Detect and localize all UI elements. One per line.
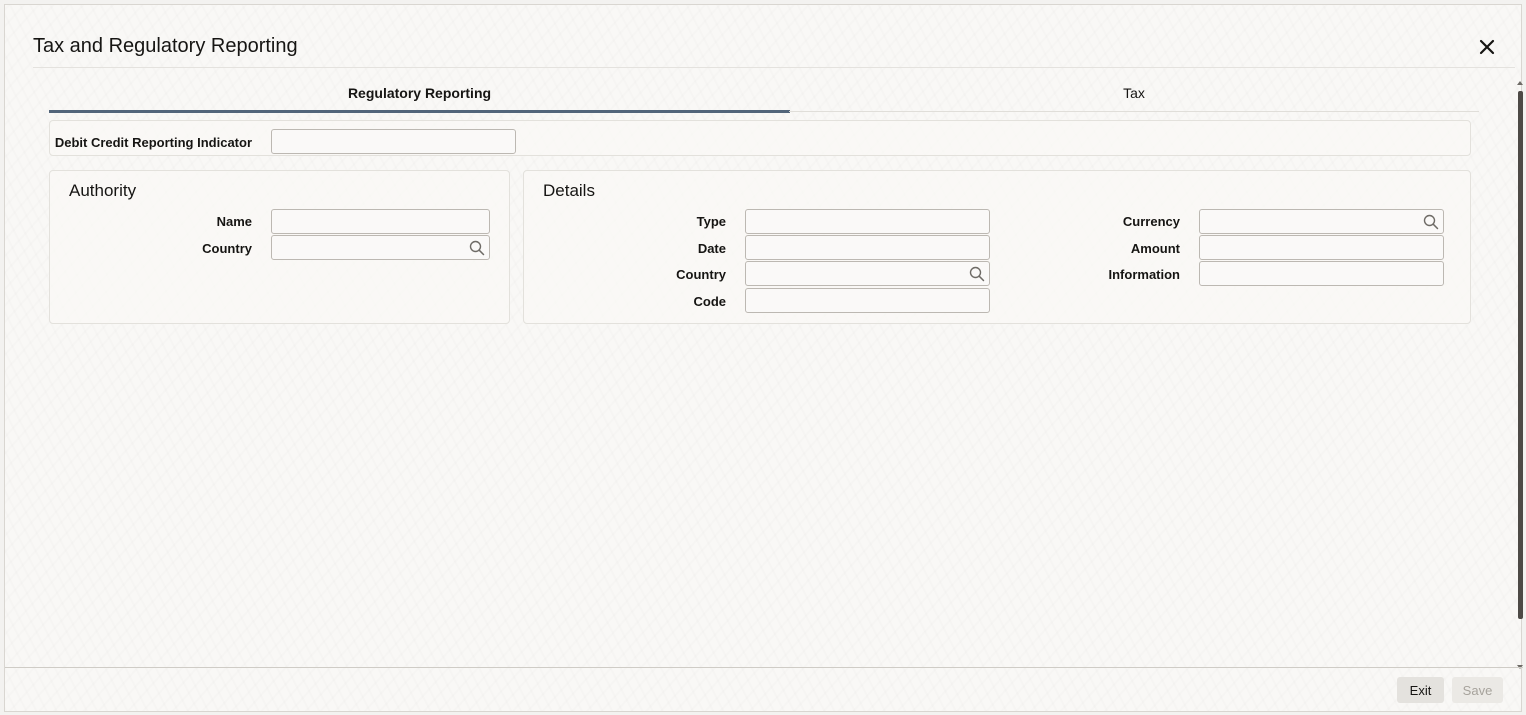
details-currency-label: Currency: [1122, 214, 1180, 229]
details-date-input[interactable]: [745, 235, 990, 260]
details-currency-lov-button[interactable]: [1423, 214, 1439, 230]
close-button[interactable]: [1477, 37, 1497, 57]
authority-country-label: Country: [202, 241, 252, 256]
dialog-title: Tax and Regulatory Reporting: [33, 35, 298, 57]
details-information-input[interactable]: [1199, 261, 1444, 286]
authority-name-label: Name: [216, 214, 252, 229]
save-button[interactable]: Save: [1452, 677, 1503, 703]
close-icon: [1479, 39, 1495, 55]
details-type-label: Type: [696, 214, 726, 229]
details-panel: Details Type Date Country Code Currency …: [523, 170, 1471, 324]
debit-credit-indicator-label: Debit Credit Reporting Indicator: [54, 135, 252, 150]
tab-label: Tax: [1123, 85, 1145, 101]
tax-regulatory-dialog: Tax and Regulatory Reporting Regulatory …: [4, 4, 1525, 712]
authority-panel: Authority Name Country: [49, 170, 510, 324]
authority-country-input[interactable]: [271, 235, 490, 260]
details-currency-input[interactable]: [1199, 209, 1444, 234]
tab-tax[interactable]: Tax: [789, 85, 1479, 113]
details-section-title: Details: [543, 181, 595, 200]
details-amount-label: Amount: [1130, 241, 1180, 256]
tab-baseline: [789, 111, 1479, 112]
tab-label: Regulatory Reporting: [347, 85, 492, 101]
footer-divider: [5, 667, 1523, 668]
details-country-input[interactable]: [745, 261, 990, 286]
tab-regulatory-reporting[interactable]: Regulatory Reporting: [49, 85, 790, 113]
search-icon: [1423, 214, 1439, 230]
vertical-scrollbar[interactable]: [1515, 81, 1525, 669]
authority-country-lov-button[interactable]: [469, 240, 485, 256]
scroll-up-arrow-icon[interactable]: [1517, 81, 1523, 85]
authority-name-input[interactable]: [271, 209, 490, 234]
details-country-label: Country: [676, 267, 726, 282]
details-code-input[interactable]: [745, 288, 990, 313]
scroll-thumb[interactable]: [1518, 91, 1523, 619]
details-information-label: Information: [1108, 267, 1181, 282]
details-date-label: Date: [697, 241, 726, 256]
search-icon: [969, 266, 985, 282]
details-type-input[interactable]: [745, 209, 990, 234]
title-divider: [33, 67, 1515, 68]
reporting-indicator-panel: Debit Credit Reporting Indicator: [49, 120, 1471, 156]
details-country-lov-button[interactable]: [969, 266, 985, 282]
exit-button[interactable]: Exit: [1397, 677, 1444, 703]
details-code-label: Code: [693, 294, 727, 309]
authority-section-title: Authority: [69, 181, 137, 200]
search-icon: [469, 240, 485, 256]
details-amount-input[interactable]: [1199, 235, 1444, 260]
debit-credit-indicator-input[interactable]: [271, 129, 516, 154]
